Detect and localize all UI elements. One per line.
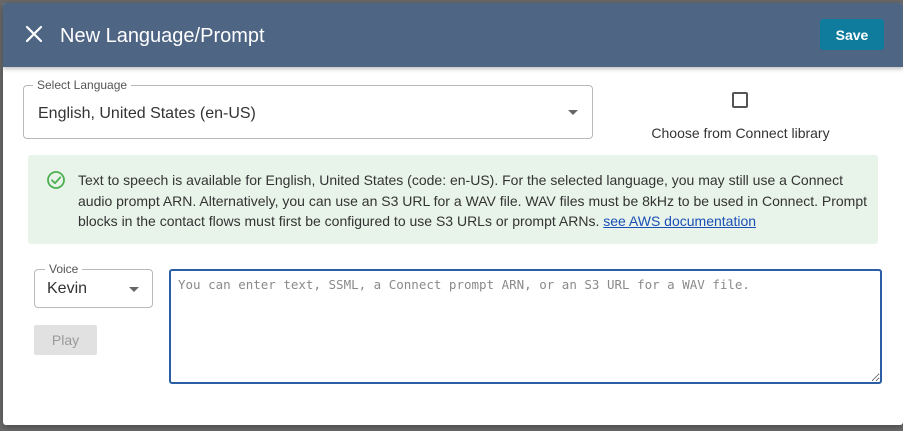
close-icon[interactable] — [23, 23, 45, 45]
tts-info-banner: Text to speech is available for English,… — [28, 155, 878, 244]
dialog-header: New Language/Prompt Save — [3, 3, 903, 67]
voice-select[interactable]: Voice Kevin — [34, 262, 153, 308]
voice-select-label: Voice — [45, 262, 83, 276]
connect-library-checkbox[interactable] — [732, 92, 748, 108]
new-language-prompt-dialog: New Language/Prompt Save Select Language… — [3, 3, 903, 425]
connect-library-label: Choose from Connect library — [651, 125, 830, 141]
dialog-title: New Language/Prompt — [60, 25, 265, 47]
voice-select-value: Kevin — [47, 280, 88, 297]
prompt-text-input[interactable] — [169, 269, 882, 384]
play-button[interactable]: Play — [34, 325, 97, 355]
save-button[interactable]: Save — [820, 19, 884, 50]
tts-info-text: Text to speech is available for English,… — [78, 170, 868, 232]
caret-down-icon — [129, 287, 139, 292]
language-select[interactable]: Select Language English, United States (… — [23, 78, 593, 139]
caret-down-icon — [568, 110, 578, 115]
language-select-value: English, United States (en-US) — [38, 105, 256, 122]
aws-documentation-link[interactable]: see AWS documentation — [603, 213, 756, 229]
check-circle-icon — [47, 171, 65, 189]
language-select-label: Select Language — [33, 78, 132, 92]
